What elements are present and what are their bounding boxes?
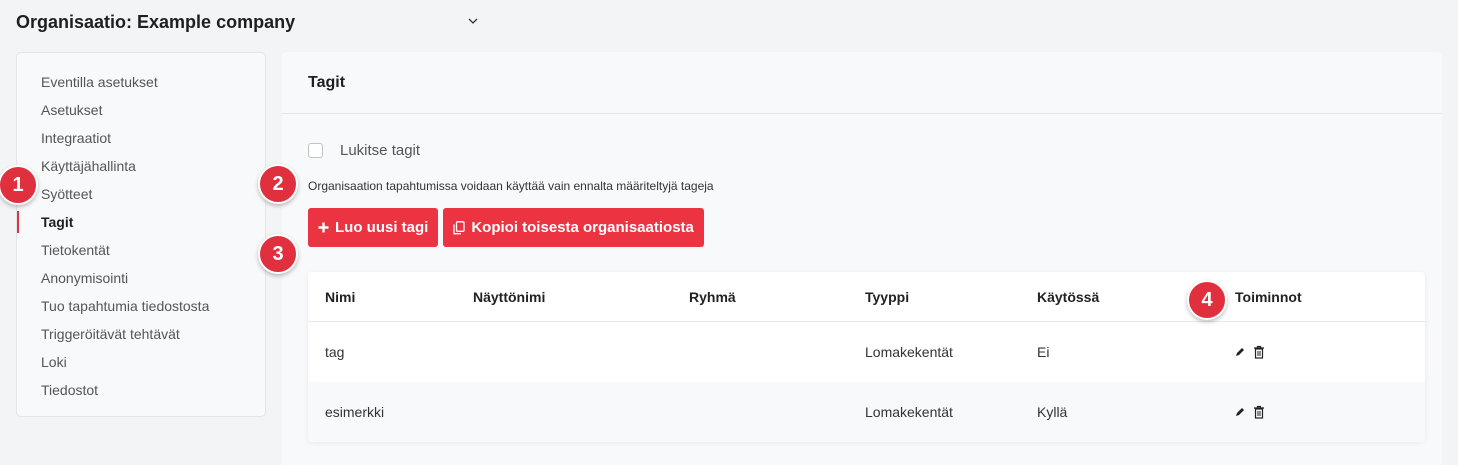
sidebar-item-user-management[interactable]: Käyttäjähallinta xyxy=(17,152,265,180)
edit-icon[interactable] xyxy=(1235,407,1245,417)
cell-in-use: Kyllä xyxy=(1037,404,1068,420)
tags-table: Nimi Näyttönimi Ryhmä Tyyppi Käytössä To… xyxy=(308,272,1425,442)
cell-actions xyxy=(1235,382,1265,442)
trash-icon[interactable] xyxy=(1253,345,1265,359)
lock-description: Organisaation tapahtumissa voidaan käytt… xyxy=(308,179,714,193)
page-title: Tagit xyxy=(308,73,346,91)
table-header: Nimi Näyttönimi Ryhmä Tyyppi Käytössä To… xyxy=(308,272,1425,322)
annotation-marker-2: 2 xyxy=(258,164,298,204)
sidebar-item-tags[interactable]: Tagit xyxy=(17,208,265,236)
lock-tags-checkbox[interactable] xyxy=(308,143,323,158)
sidebar-item-feeds[interactable]: Syötteet xyxy=(17,180,265,208)
edit-icon[interactable] xyxy=(1235,347,1245,357)
header-type[interactable]: Tyyppi xyxy=(865,272,909,321)
tags-panel: Tagit Lukitse tagit Organisaation tapaht… xyxy=(282,52,1442,465)
sidebar-item-import-events[interactable]: Tuo tapahtumia tiedostosta xyxy=(17,292,265,320)
table-row: esimerkki Lomakekentät Kyllä xyxy=(308,382,1425,442)
create-tag-button[interactable]: Luo uusi tagi xyxy=(308,208,439,247)
copy-from-org-label: Kopioi toisesta organisaatiosta xyxy=(471,219,694,236)
sidebar-item-settings[interactable]: Asetukset xyxy=(17,96,265,124)
copy-icon xyxy=(453,220,465,235)
cell-actions xyxy=(1235,322,1265,382)
action-buttons: Luo uusi tagi Kopioi toisesta organisaat… xyxy=(308,208,704,247)
cell-in-use: Ei xyxy=(1037,344,1050,360)
cell-type: Lomakekentät xyxy=(865,344,953,360)
panel-header: Tagit xyxy=(282,52,1442,114)
header-group[interactable]: Ryhmä xyxy=(689,272,736,321)
annotation-marker-3: 3 xyxy=(258,234,298,274)
header-name[interactable]: Nimi xyxy=(325,272,355,321)
plus-icon xyxy=(318,222,329,233)
org-header: Organisaatio: Example company xyxy=(0,0,1458,44)
cell-type: Lomakekentät xyxy=(865,404,953,420)
cell-name: tag xyxy=(325,344,345,360)
table-row: tag Lomakekentät Ei xyxy=(308,322,1425,382)
org-title: Organisaatio: Example company xyxy=(16,11,296,32)
settings-sidebar: Eventilla asetukset Asetukset Integraati… xyxy=(16,52,266,417)
sidebar-item-files[interactable]: Tiedostot xyxy=(17,376,265,404)
sidebar-item-anonymization[interactable]: Anonymisointi xyxy=(17,264,265,292)
lock-tags-row: Lukitse tagit xyxy=(308,142,420,159)
header-display-name[interactable]: Näyttönimi xyxy=(473,272,545,321)
trash-icon[interactable] xyxy=(1253,405,1265,419)
header-actions: Toiminnot xyxy=(1235,288,1302,305)
create-tag-label: Luo uusi tagi xyxy=(335,219,429,236)
chevron-down-icon[interactable] xyxy=(466,14,480,28)
header-in-use[interactable]: Käytössä xyxy=(1037,272,1099,321)
sidebar-item-log[interactable]: Loki xyxy=(17,348,265,376)
lock-tags-label: Lukitse tagit xyxy=(340,142,421,159)
sidebar-item-integrations[interactable]: Integraatiot xyxy=(17,124,265,152)
copy-from-org-button[interactable]: Kopioi toisesta organisaatiosta xyxy=(443,208,704,247)
sidebar-item-data-fields[interactable]: Tietokentät xyxy=(17,236,265,264)
sidebar-item-eventilla-settings[interactable]: Eventilla asetukset xyxy=(17,68,265,96)
cell-name: esimerkki xyxy=(325,404,385,420)
annotation-marker-4: 4 xyxy=(1187,280,1227,320)
sidebar-item-triggerable-tasks[interactable]: Triggeröitävät tehtävät xyxy=(17,320,265,348)
